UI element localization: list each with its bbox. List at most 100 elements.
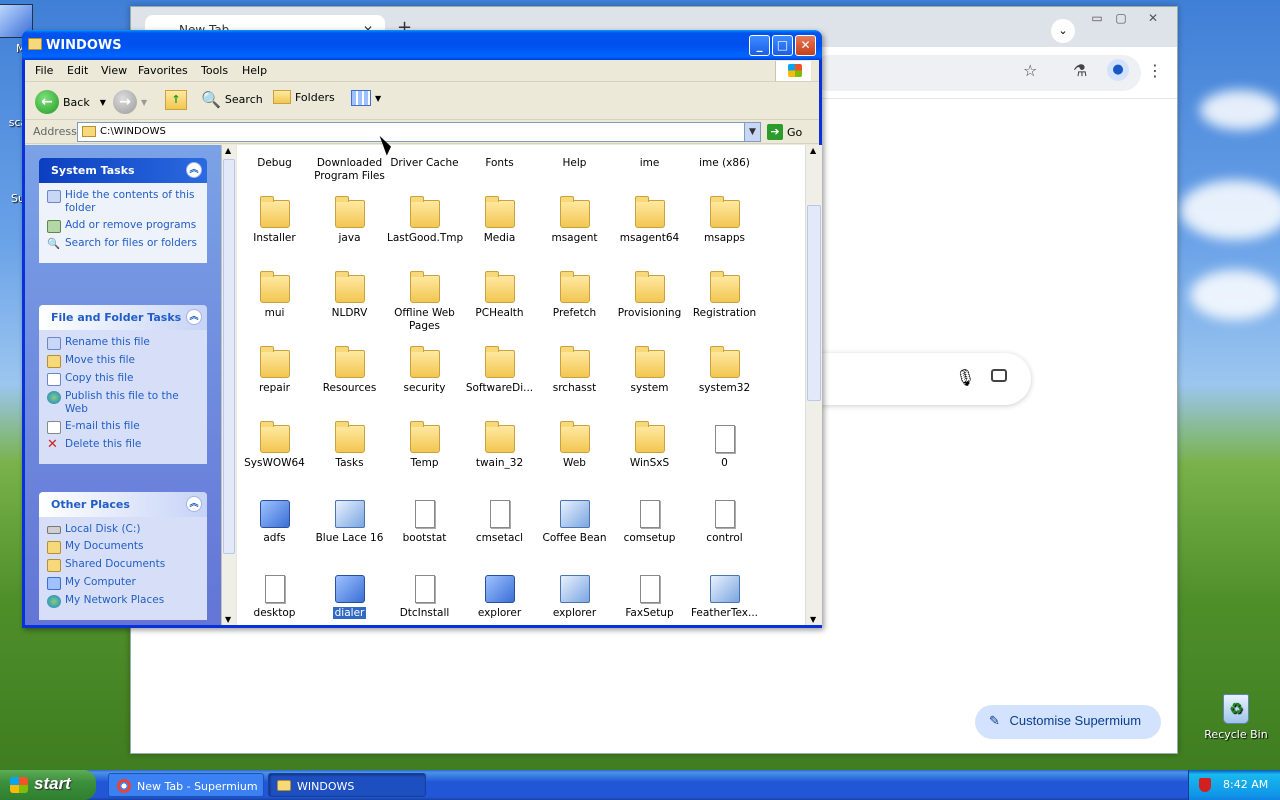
file-item[interactable]: msagent	[537, 196, 612, 245]
file-item[interactable]: Provisioning	[612, 271, 687, 320]
task-hide-contents[interactable]: Hide the contents of this folder	[47, 189, 201, 215]
title-bar[interactable]: WINDOWS _ □ ✕	[22, 30, 822, 60]
file-item[interactable]: control	[687, 500, 762, 545]
collapse-chevron-icon[interactable]: ︽	[186, 496, 202, 512]
file-item[interactable]: desktop	[237, 575, 312, 620]
camera-search-icon[interactable]	[991, 369, 1007, 382]
up-folder-button[interactable]: ↑	[165, 90, 187, 110]
scroll-down-icon[interactable]: ▼	[810, 615, 816, 624]
file-item[interactable]: cmsetacl	[462, 500, 537, 545]
file-item[interactable]: Prefetch	[537, 271, 612, 320]
menu-help[interactable]: Help	[242, 64, 267, 77]
file-item[interactable]: Installer	[237, 196, 312, 245]
file-item[interactable]: PCHealth	[462, 271, 537, 320]
task-search-files[interactable]: 🔍 Search for files or folders	[47, 237, 201, 251]
file-item[interactable]: Web	[537, 421, 612, 470]
taskbar-item-windows[interactable]: WINDOWS	[268, 773, 426, 797]
place-local-disk[interactable]: Local Disk (C:)	[47, 523, 201, 536]
scroll-down-icon[interactable]: ▼	[225, 615, 231, 624]
close-button[interactable]: ✕	[795, 35, 816, 56]
menu-view[interactable]: View	[101, 64, 127, 77]
search-button[interactable]: 🔍 Search	[201, 90, 263, 109]
file-item[interactable]: FaxSetup	[612, 575, 687, 620]
address-input[interactable]: C:\WINDOWS ▼	[77, 122, 761, 142]
task-pane-scrollbar[interactable]: ▲ ▼	[221, 145, 236, 625]
collapse-chevron-icon[interactable]: ︽	[186, 162, 202, 178]
bookmark-star-icon[interactable]: ☆	[1023, 61, 1037, 80]
views-button[interactable]: ▼	[351, 90, 381, 106]
file-item[interactable]: Debug	[237, 145, 312, 170]
file-item[interactable]: SoftwareDi...	[462, 346, 537, 395]
file-item[interactable]: security	[387, 346, 462, 395]
address-bar[interactable]	[811, 55, 1141, 91]
file-item[interactable]: dialer	[312, 575, 387, 620]
menu-favorites[interactable]: Favorites	[138, 64, 188, 77]
task-publish-web[interactable]: Publish this file to the Web	[47, 390, 201, 416]
maximize-button[interactable]: □	[772, 35, 793, 56]
scroll-thumb[interactable]	[223, 159, 235, 554]
file-item[interactable]: Downloaded Program Files	[312, 145, 387, 183]
menu-tools[interactable]: Tools	[201, 64, 228, 77]
file-item[interactable]: SysWOW64	[237, 421, 312, 470]
file-item[interactable]: Fonts	[462, 145, 537, 170]
file-item[interactable]: system32	[687, 346, 762, 395]
customise-button[interactable]: ✎ Customise Supermium	[975, 705, 1161, 739]
file-item[interactable]: srchasst	[537, 346, 612, 395]
file-item[interactable]: msapps	[687, 196, 762, 245]
file-item[interactable]: ime	[612, 145, 687, 170]
task-add-remove-programs[interactable]: Add or remove programs	[47, 219, 201, 233]
file-item[interactable]: Coffee Bean	[537, 500, 612, 545]
file-item[interactable]: ime (x86)	[687, 145, 762, 170]
close-icon[interactable]: ✕	[1141, 11, 1165, 25]
scroll-up-icon[interactable]: ▲	[810, 146, 816, 155]
task-copy[interactable]: Copy this file	[47, 372, 201, 386]
start-button[interactable]: start	[0, 770, 96, 800]
place-my-documents[interactable]: My Documents	[47, 540, 201, 554]
file-item[interactable]: explorer	[537, 575, 612, 620]
file-item[interactable]: Tasks	[312, 421, 387, 470]
place-my-computer[interactable]: My Computer	[47, 576, 201, 590]
scroll-thumb[interactable]	[807, 205, 821, 401]
file-item[interactable]: DtcInstall	[387, 575, 462, 620]
file-item[interactable]: bootstat	[387, 500, 462, 545]
task-rename[interactable]: Rename this file	[47, 336, 201, 350]
file-item[interactable]: Blue Lace 16	[312, 500, 387, 545]
system-tasks-header[interactable]: System Tasks ︽	[39, 158, 207, 183]
file-item[interactable]: Temp	[387, 421, 462, 470]
forward-button[interactable]: → ▼	[113, 90, 147, 114]
microphone-icon[interactable]: 🎙	[955, 368, 975, 387]
maximize-icon[interactable]: ▢	[1109, 11, 1133, 25]
file-item[interactable]: 0	[687, 425, 762, 470]
place-my-network-places[interactable]: My Network Places	[47, 594, 201, 608]
file-list-scrollbar[interactable]: ▲ ▼	[805, 145, 822, 625]
file-folder-tasks-header[interactable]: File and Folder Tasks ︽	[39, 305, 207, 330]
menu-edit[interactable]: Edit	[67, 64, 88, 77]
file-item[interactable]: msagent64	[612, 196, 687, 245]
collapse-chevron-icon[interactable]: ︽	[186, 309, 202, 325]
minimize-button[interactable]: _	[749, 35, 770, 56]
explorer-window[interactable]: WINDOWS _ □ ✕ File Edit View Favorites T…	[22, 30, 822, 628]
file-item[interactable]: Media	[462, 196, 537, 245]
file-item[interactable]: WinSxS	[612, 421, 687, 470]
file-item[interactable]: Driver Cache	[387, 145, 462, 170]
file-item[interactable]: NLDRV	[312, 271, 387, 320]
chevron-down-icon[interactable]: ▼	[744, 123, 760, 141]
file-item[interactable]: LastGood.Tmp	[387, 196, 463, 245]
file-item[interactable]: Registration	[687, 271, 762, 320]
file-item[interactable]: comsetup	[612, 500, 687, 545]
menu-kebab-icon[interactable]: ⋮	[1147, 61, 1163, 80]
file-item[interactable]: java	[312, 196, 387, 245]
file-item[interactable]: Offline Web Pages	[387, 271, 462, 333]
taskbar-item-supermium[interactable]: New Tab - Supermium	[108, 773, 264, 797]
back-button[interactable]: ← Back ▼	[35, 90, 106, 114]
file-item[interactable]: FeatherTex...	[687, 575, 762, 620]
go-button[interactable]: ➔ Go	[767, 124, 802, 140]
chevron-down-icon[interactable]: ▼	[100, 98, 106, 107]
minimize-icon[interactable]: ▭	[1085, 11, 1109, 25]
labs-flask-icon[interactable]: ⚗	[1073, 61, 1087, 80]
chevron-down-icon[interactable]: ▼	[141, 98, 147, 107]
tab-search-button[interactable]: ⌄	[1051, 19, 1075, 43]
file-item[interactable]: explorer	[462, 575, 537, 620]
folders-button[interactable]: Folders	[273, 90, 335, 104]
task-move[interactable]: Move this file	[47, 354, 201, 368]
